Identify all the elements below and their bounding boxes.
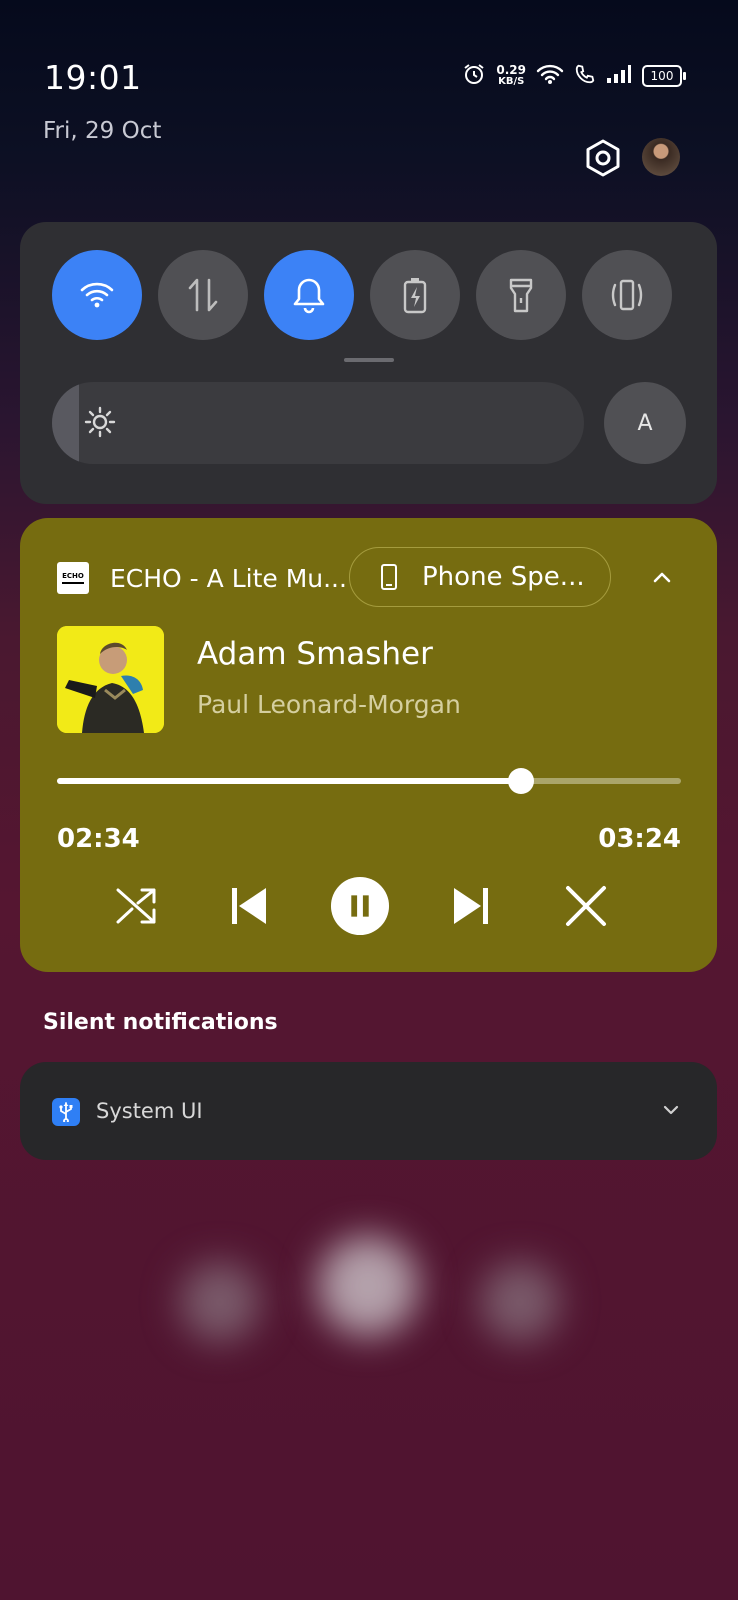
notification-system-ui[interactable]: System UI: [20, 1062, 717, 1160]
auto-brightness-button[interactable]: A: [604, 382, 686, 464]
phone-icon: [381, 564, 397, 590]
shuffle-icon: [116, 888, 156, 924]
vibrate-icon: [611, 279, 643, 311]
bell-icon: [293, 278, 325, 314]
drag-handle[interactable]: [344, 358, 394, 362]
gear-icon: [586, 139, 620, 177]
battery-icon: 100: [642, 65, 686, 87]
tile-battery-saver[interactable]: [370, 250, 460, 340]
output-device-label: Phone Spe...: [422, 562, 585, 592]
next-button[interactable]: [442, 876, 502, 936]
clock: 19:01: [44, 58, 142, 97]
app-name: ECHO - A Lite Mu...: [110, 564, 347, 593]
chevron-down-icon: [663, 1105, 679, 1115]
pause-icon: [330, 876, 390, 936]
tile-flashlight[interactable]: [476, 250, 566, 340]
brightness-slider[interactable]: [52, 382, 584, 464]
seek-bar-thumb[interactable]: [507, 768, 534, 794]
seek-bar-progress: [57, 778, 521, 784]
background-blur-dot: [180, 1262, 260, 1342]
usb-icon: [52, 1098, 80, 1126]
expand-notification-button[interactable]: [661, 1100, 681, 1124]
skip-previous-icon: [232, 888, 266, 924]
tile-vibrate[interactable]: [582, 250, 672, 340]
settings-button[interactable]: [583, 138, 623, 178]
flashlight-icon: [509, 278, 533, 313]
tile-sound[interactable]: [264, 250, 354, 340]
album-art-image: [57, 626, 164, 733]
battery-level: 100: [650, 69, 674, 83]
net-speed-unit: KB/S: [498, 76, 525, 87]
net-speed-value: 0.29: [496, 63, 526, 77]
media-player-card: ECHO ECHO - A Lite Mu... Phone Spe... Ad…: [20, 518, 717, 972]
notification-app-name: System UI: [96, 1099, 203, 1123]
alarm-icon: [462, 62, 486, 90]
pause-button[interactable]: [330, 876, 390, 936]
brightness-fill: [52, 382, 79, 464]
total-duration: 03:24: [598, 824, 681, 854]
wifi-status-icon: [536, 63, 564, 89]
shuffle-button[interactable]: [106, 876, 166, 936]
status-icons: 0.29 KB/S 100: [462, 62, 686, 90]
close-button[interactable]: [556, 876, 616, 936]
battery-bolt-icon: [403, 278, 427, 314]
signal-icon: [606, 64, 632, 88]
previous-button[interactable]: [218, 876, 278, 936]
chevron-up-icon: [653, 572, 671, 583]
skip-next-icon: [454, 888, 488, 924]
tile-wifi[interactable]: [52, 250, 142, 340]
app-icon: ECHO: [57, 562, 89, 594]
quick-settings-panel: A: [20, 222, 717, 504]
elapsed-time: 02:34: [57, 824, 140, 854]
app-icon-line: [62, 582, 84, 584]
silent-notifications-heading: Silent notifications: [43, 1010, 278, 1035]
wifi-icon: [80, 282, 114, 308]
call-icon: [574, 63, 596, 89]
song-title: Adam Smasher: [197, 636, 433, 672]
background-blur-dot: [480, 1262, 560, 1342]
output-device-chip[interactable]: Phone Spe...: [349, 547, 611, 607]
collapse-button[interactable]: [650, 566, 674, 594]
brightness-icon: [84, 406, 116, 442]
app-icon-text: ECHO: [62, 572, 84, 580]
close-icon: [566, 886, 606, 926]
date: Fri, 29 Oct: [43, 118, 162, 144]
net-speed: 0.29 KB/S: [496, 64, 526, 88]
tile-mobile-data[interactable]: [158, 250, 248, 340]
user-avatar[interactable]: [642, 138, 680, 176]
data-arrows-icon: [188, 278, 218, 312]
song-artist: Paul Leonard-Morgan: [197, 690, 461, 719]
background-blur-dot: [318, 1236, 418, 1336]
album-art: [57, 626, 164, 733]
